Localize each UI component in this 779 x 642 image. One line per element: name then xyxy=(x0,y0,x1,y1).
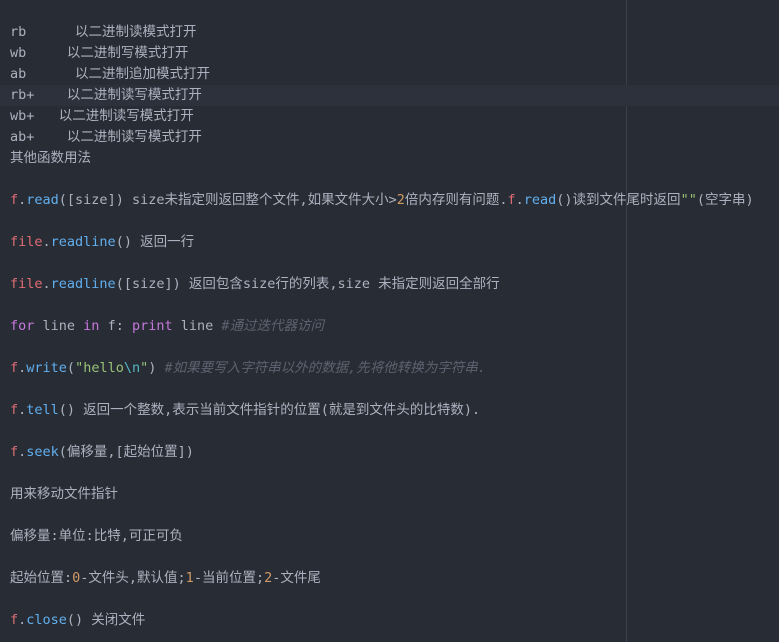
text-token: 起始位置: xyxy=(10,570,73,586)
number-token: 2 xyxy=(396,192,405,208)
keyword-token: for xyxy=(10,318,35,334)
code-line-read[interactable]: f.read([size]) size未指定则返回整个文件,如果文件大小>2倍内… xyxy=(0,190,779,211)
string-token: "" xyxy=(680,192,697,208)
text-token: ([size]) size未指定则返回整个文件,如果文件大小> xyxy=(58,192,397,208)
mode-token: ab xyxy=(10,66,27,82)
keyword-token: print xyxy=(131,318,173,334)
string-token: "hello xyxy=(75,360,124,376)
mode-token: wb xyxy=(10,45,27,61)
code-line-offset-desc[interactable]: 偏移量:单位:比特,可正可负 xyxy=(0,526,779,547)
code-line-mode-ab[interactable]: ab 以二进制追加模式打开 xyxy=(0,64,779,85)
text-token: 倍内存则有问题. xyxy=(404,192,508,208)
code-editor[interactable]: rb 以二进制读模式打开 wb 以二进制写模式打开 ab 以二进制追加模式打开 … xyxy=(0,0,779,642)
code-line-mode-rb[interactable]: rb 以二进制读模式打开 xyxy=(0,22,779,43)
dot-token: . xyxy=(42,276,51,292)
mode-description: 以二进制读写模式打开 xyxy=(66,87,202,103)
code-line-readline-size[interactable]: file.readline([size]) 返回包含size行的列表,size … xyxy=(0,274,779,295)
code-line-tell[interactable]: f.tell() 返回一个整数,表示当前文件指针的位置(就是到文件头的比特数). xyxy=(0,400,779,421)
keyword-token: in xyxy=(83,318,100,334)
number-token: 1 xyxy=(185,570,194,586)
mode-token: rb xyxy=(10,24,27,40)
code-line-close[interactable]: f.close() 关闭文件 xyxy=(0,610,779,631)
object-token: file xyxy=(10,234,43,250)
text-token: line xyxy=(34,318,84,334)
code-line-mode-wb[interactable]: wb 以二进制写模式打开 xyxy=(0,43,779,64)
function-token: write xyxy=(26,360,67,376)
text-token: -文件头,默认值; xyxy=(80,570,186,586)
comment-token: #如果要写入字符串以外的数据,先将他转换为字符串. xyxy=(164,360,486,376)
text-token: 偏移量:单位:比特,可正可负 xyxy=(10,528,183,544)
text-token: ()读到文件尾时返回 xyxy=(556,192,681,208)
text-token: () 关闭文件 xyxy=(66,612,146,628)
mode-description: 以二进制读写模式打开 xyxy=(58,108,194,124)
code-line-heading[interactable]: 其他函数用法 xyxy=(0,148,779,169)
object-token: f xyxy=(507,192,516,208)
function-token: readline xyxy=(50,276,116,292)
object-token: f xyxy=(10,612,19,628)
function-token: read xyxy=(523,192,557,208)
text-token: -当前位置; xyxy=(193,570,265,586)
mode-token: wb+ xyxy=(10,108,35,124)
text-token: 用来移动文件指针 xyxy=(10,486,118,502)
text-token: () 返回一行 xyxy=(115,234,195,250)
comment-token: #通过迭代器访问 xyxy=(221,318,325,334)
text-token: f: xyxy=(99,318,132,334)
paren-token: ( xyxy=(66,360,76,376)
mode-description: 以二进制读写模式打开 xyxy=(66,129,202,145)
function-token: close xyxy=(26,612,67,628)
function-token: readline xyxy=(50,234,116,250)
text-token: line xyxy=(172,318,222,334)
code-line-for-loop[interactable]: for line in f: print line #通过迭代器访问 xyxy=(0,316,779,337)
object-token: f xyxy=(10,360,19,376)
dot-token: . xyxy=(515,192,524,208)
object-token: f xyxy=(10,444,19,460)
text-token: ([size]) 返回包含size行的列表,size 未指定则返回全部行 xyxy=(115,276,500,292)
code-line-write[interactable]: f.write("hello\n") #如果要写入字符串以外的数据,先将他转换为… xyxy=(0,358,779,379)
paren-token: ) xyxy=(148,360,165,376)
mode-description: 以二进制读模式打开 xyxy=(75,24,197,40)
text-token: (空字串) xyxy=(696,192,754,208)
object-token: f xyxy=(10,402,19,418)
function-token: seek xyxy=(26,444,59,460)
number-token: 2 xyxy=(264,570,273,586)
text-token: -文件尾 xyxy=(272,570,321,586)
text-token: () 返回一个整数,表示当前文件指针的位置(就是到文件头的比特数). xyxy=(58,402,481,418)
code-line-seek[interactable]: f.seek(偏移量,[起始位置]) xyxy=(0,442,779,463)
section-heading: 其他函数用法 xyxy=(10,150,91,166)
code-line-origin-desc[interactable]: 起始位置:0-文件头,默认值;1-当前位置;2-文件尾 xyxy=(0,568,779,589)
mode-description: 以二进制写模式打开 xyxy=(66,45,189,61)
dot-token: . xyxy=(42,234,51,250)
object-token: f xyxy=(10,192,19,208)
function-token: read xyxy=(26,192,59,208)
object-token: file xyxy=(10,276,43,292)
code-line-mode-abplus[interactable]: ab+ 以二进制读写模式打开 xyxy=(0,127,779,148)
mode-token: rb+ xyxy=(10,87,35,103)
code-line-mode-wbplus[interactable]: wb+ 以二进制读写模式打开 xyxy=(0,106,779,127)
code-line-move-desc[interactable]: 用来移动文件指针 xyxy=(0,484,779,505)
text-token: (偏移量,[起始位置]) xyxy=(58,444,194,460)
code-line-readline[interactable]: file.readline() 返回一行 xyxy=(0,232,779,253)
mode-description: 以二进制追加模式打开 xyxy=(75,66,211,82)
function-token: tell xyxy=(26,402,59,418)
code-line-mode-rbplus-active[interactable]: rb+ 以二进制读写模式打开 xyxy=(0,85,779,106)
mode-token: ab+ xyxy=(10,129,35,145)
escape-token: \n xyxy=(123,360,141,376)
